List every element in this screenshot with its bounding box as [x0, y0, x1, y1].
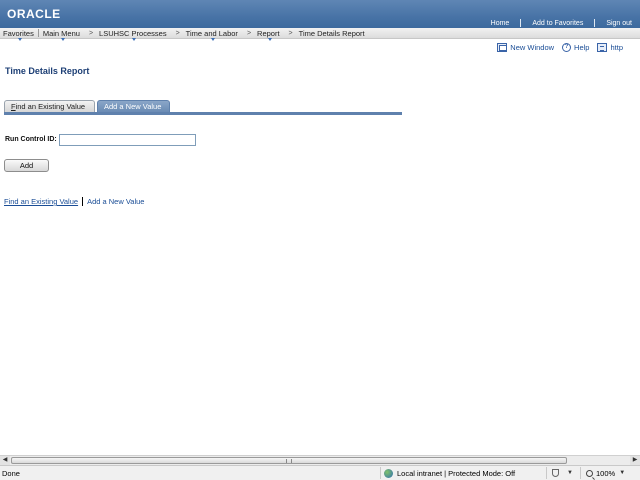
breadcrumb-arrow-icon: >	[175, 29, 180, 37]
search-tabs: Find an Existing Value Add a New Value	[4, 99, 402, 115]
link-divider	[82, 197, 84, 206]
globe-icon	[384, 468, 393, 478]
security-zone-label: Local intranet | Protected Mode: Off	[397, 468, 516, 478]
breadcrumb-arrow-icon: >	[88, 29, 94, 37]
scrollbar-thumb[interactable]	[11, 457, 567, 464]
add-to-favorites-link[interactable]: Add to Favorites	[532, 20, 583, 27]
magnifier-icon	[586, 469, 593, 477]
breadcrumb-time-and-labor[interactable]: Time and Labor	[186, 29, 241, 41]
tab-find-existing-value[interactable]: Find an Existing Value	[4, 100, 95, 112]
add-new-value-link[interactable]: Add a New Value	[87, 197, 144, 206]
find-existing-value-link[interactable]: Find an Existing Value	[4, 197, 78, 206]
menu-divider	[37, 29, 39, 37]
breadcrumb-report[interactable]: Report	[257, 29, 283, 41]
run-control-id-label: Run Control ID:	[5, 136, 57, 143]
help-icon: ?	[562, 43, 572, 52]
protected-mode-control[interactable]: ▼	[546, 467, 573, 479]
help-link[interactable]: ? Help	[562, 43, 589, 52]
add-button[interactable]: Add	[4, 159, 49, 172]
tab-add-new-value[interactable]: Add a New Value	[97, 100, 170, 112]
help-label: Help	[574, 43, 590, 52]
http-label: http	[610, 43, 623, 52]
shield-icon	[552, 469, 559, 477]
http-icon	[597, 43, 608, 52]
bottom-links: Find an Existing Value Add a New Value	[4, 197, 144, 206]
chevron-down-icon: ▼	[567, 470, 573, 476]
tab-find-label: ind an Existing Value	[15, 102, 86, 111]
favorites-menu[interactable]: Favorites	[3, 29, 37, 41]
scrollbar-grip-icon	[286, 459, 292, 463]
separator	[594, 19, 596, 27]
separator	[520, 19, 522, 27]
breadcrumb-arrow-icon: >	[288, 29, 293, 37]
horizontal-scrollbar[interactable]: ◀ ▶	[0, 455, 640, 465]
security-zone[interactable]: Local intranet | Protected Mode: Off	[380, 467, 515, 479]
scroll-left-button[interactable]: ◀	[0, 456, 10, 465]
new-window-icon	[497, 43, 508, 52]
new-window-link[interactable]: New Window	[497, 43, 554, 52]
oracle-logo: ORACLE	[7, 7, 61, 21]
http-link[interactable]: http	[597, 43, 623, 52]
breadcrumb-lsuhsc-processes[interactable]: LSUHSC Processes	[99, 29, 170, 41]
menu-bar: Favorites Main Menu > LSUHSC Processes >…	[0, 28, 640, 41]
chevron-down-icon: ▼	[619, 470, 626, 476]
home-link[interactable]: Home	[491, 20, 510, 27]
run-control-id-input[interactable]	[59, 134, 196, 146]
breadcrumb-arrow-icon: >	[246, 29, 252, 37]
status-text: Done	[2, 469, 20, 478]
new-window-label: New Window	[510, 43, 555, 52]
zoom-control[interactable]: 100% ▼	[580, 467, 625, 479]
breadcrumb-time-details-report: Time Details Report	[298, 28, 365, 38]
page-actions: New Window ? Help http	[489, 43, 623, 52]
oracle-header: ORACLE Home Add to Favorites Sign out	[0, 0, 640, 28]
page-title: Time Details Report	[5, 66, 90, 76]
zoom-level: 100%	[596, 468, 616, 478]
top-links: Home Add to Favorites Sign out	[491, 19, 632, 27]
browser-status-bar: Done Local intranet | Protected Mode: Of…	[0, 465, 640, 480]
main-menu[interactable]: Main Menu	[43, 29, 83, 41]
scroll-right-button[interactable]: ▶	[630, 456, 640, 465]
sign-out-link[interactable]: Sign out	[606, 20, 632, 27]
